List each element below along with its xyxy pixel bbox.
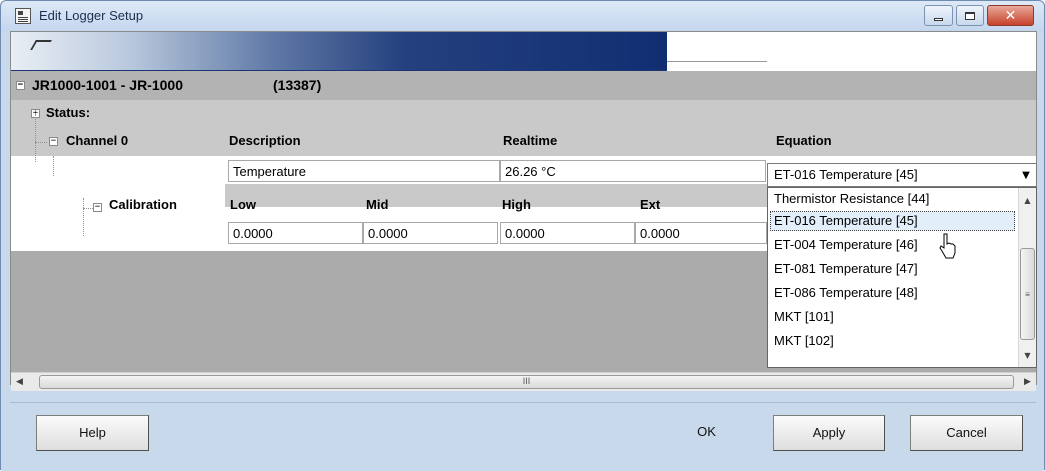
maximize-icon (965, 11, 975, 20)
minimize-button[interactable] (924, 5, 953, 26)
equation-option[interactable]: ET-016 Temperature [45] (774, 213, 918, 228)
title-bar: Edit Logger Setup ✕ (1, 1, 1044, 31)
equation-select[interactable]: ET-016 Temperature [45] ▼ (767, 163, 1037, 187)
banner-logo-mark (30, 40, 52, 50)
dropdown-scrollbar[interactable]: ▲ ≡ ▼ (1018, 188, 1036, 367)
apply-button[interactable]: Apply (773, 415, 885, 451)
description-field[interactable]: Temperature (228, 160, 500, 182)
status-label: Status: (46, 105, 91, 120)
header-banner (11, 32, 667, 71)
cancel-button[interactable]: Cancel (910, 415, 1023, 451)
calibration-low-field[interactable]: 0.0000 (228, 222, 363, 244)
close-icon: ✕ (1004, 7, 1017, 24)
equation-option[interactable]: ET-004 Temperature [46] (774, 237, 918, 252)
horizontal-scrollbar[interactable]: ◀ III ▶ (11, 372, 1036, 391)
calibration-label: Calibration (109, 197, 177, 212)
hand-cursor-icon (939, 233, 956, 259)
ok-button[interactable]: OK (650, 415, 763, 451)
tree-status-row[interactable]: + Status: (11, 100, 1036, 127)
scroll-up-icon[interactable]: ▲ (1019, 196, 1036, 205)
equation-selected-value: ET-016 Temperature [45] (774, 167, 918, 182)
tree-root-row[interactable]: − JR1000-1001 - JR-1000 (13387) (11, 71, 1036, 100)
close-button[interactable]: ✕ (987, 5, 1034, 26)
app-icon (15, 8, 31, 24)
realtime-value: 26.26 °C (500, 160, 766, 182)
help-button[interactable]: Help (36, 415, 149, 451)
collapse-icon[interactable]: − (93, 203, 102, 212)
scroll-left-icon[interactable]: ◀ (11, 373, 28, 391)
equation-option[interactable]: MKT [101] (774, 309, 834, 324)
scroll-down-icon[interactable]: ▼ (1019, 351, 1036, 360)
logger-id: (13387) (273, 77, 322, 93)
collapse-icon[interactable]: − (49, 137, 58, 146)
realtime-header: Realtime (503, 133, 558, 148)
ext-header: Ext (640, 197, 661, 212)
chevron-down-icon[interactable]: ▼ (1016, 164, 1036, 186)
equation-option[interactable]: ET-086 Temperature [48] (774, 285, 918, 300)
equation-dropdown-list[interactable]: Thermistor Resistance [44] ET-016 Temper… (767, 187, 1037, 368)
dropdown-scroll-thumb[interactable]: ≡ (1020, 248, 1035, 340)
logger-name: JR1000-1001 - JR-1000 (32, 77, 183, 93)
description-header: Description (229, 133, 301, 148)
equation-option[interactable]: ET-081 Temperature [47] (774, 261, 918, 276)
maximize-button[interactable] (956, 5, 984, 26)
equation-option[interactable]: MKT [102] (774, 333, 834, 348)
equation-option[interactable]: Thermistor Resistance [44] (774, 191, 929, 206)
low-header: Low (230, 197, 256, 212)
equation-header: Equation (776, 133, 832, 148)
tree-channel-row[interactable]: − Channel 0 Description Realtime Equatio… (11, 127, 1036, 156)
high-header: High (502, 197, 531, 212)
mid-header: Mid (366, 197, 389, 212)
window-title: Edit Logger Setup (39, 8, 144, 23)
scroll-right-icon[interactable]: ▶ (1019, 373, 1036, 391)
horizontal-scroll-thumb[interactable]: III (39, 375, 1014, 389)
calibration-mid-field[interactable]: 0.0000 (363, 222, 498, 244)
calibration-high-field[interactable]: 0.0000 (500, 222, 635, 244)
minimize-icon (934, 18, 943, 21)
channel-label: Channel 0 (66, 133, 129, 148)
edit-logger-setup-window: Edit Logger Setup ✕ − JR1000-1001 - JR-1… (0, 0, 1045, 471)
calibration-ext-field[interactable]: 0.0000 (635, 222, 767, 244)
collapse-icon[interactable]: − (16, 81, 25, 90)
